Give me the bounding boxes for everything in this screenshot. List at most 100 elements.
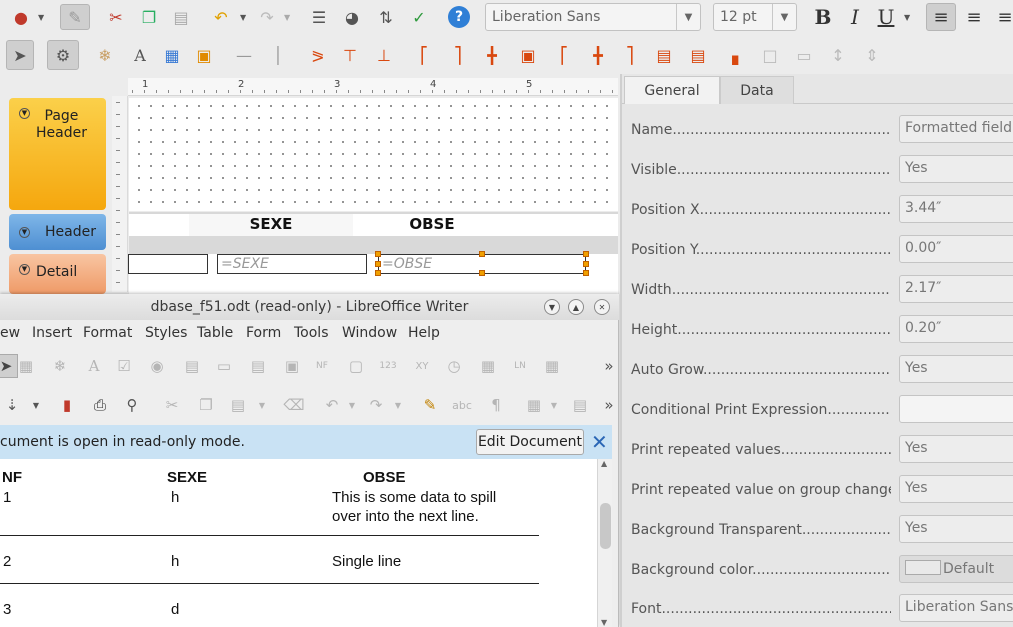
vertical-spacing-icon[interactable]: ↕ xyxy=(826,42,850,68)
align-left-icon[interactable]: ≡ xyxy=(926,3,956,31)
numeric-field-icon[interactable]: 123 xyxy=(376,354,400,378)
chevron-down-icon[interactable]: ▼ xyxy=(386,393,410,417)
align-box-icon[interactable]: ▣ xyxy=(516,42,540,68)
collapse-icon[interactable]: ▼ xyxy=(19,264,30,275)
chevron-down-icon[interactable]: ▼ xyxy=(24,393,48,417)
copy-icon[interactable]: ❐ xyxy=(194,393,218,417)
resize-handle[interactable] xyxy=(583,251,589,257)
more-icon[interactable]: » xyxy=(597,393,621,417)
stretch-icon[interactable]: ⇕ xyxy=(860,42,884,68)
checkbox-icon[interactable]: ☑ xyxy=(112,354,136,378)
align-top-icon[interactable]: ⊤ xyxy=(338,42,362,68)
list-icon[interactable]: ☰ xyxy=(306,4,332,30)
header-field-sexe[interactable]: SEXE xyxy=(189,214,353,236)
header-canvas[interactable]: SEXE OBSE xyxy=(129,212,618,236)
resize-handle[interactable] xyxy=(583,261,589,267)
text-field-icon[interactable]: A xyxy=(128,42,152,68)
resize-handle[interactable] xyxy=(375,270,381,276)
menu-item-styles[interactable]: Styles xyxy=(145,321,187,345)
chevron-down-icon[interactable]: ▼ xyxy=(542,393,566,417)
bold-button[interactable]: B xyxy=(810,3,836,31)
underline-button[interactable]: U xyxy=(873,3,899,31)
cut-icon[interactable]: ✂ xyxy=(160,393,184,417)
chevron-down-icon[interactable]: ▼ xyxy=(601,618,607,627)
property-value-field[interactable]: 0.20″ xyxy=(899,315,1013,343)
export-pdf-icon[interactable]: ▮ xyxy=(55,393,79,417)
clone-formatting-icon[interactable]: ⌫ xyxy=(282,393,306,417)
align-bottom-icon[interactable]: ⊥ xyxy=(372,42,396,68)
italic-button[interactable]: I xyxy=(842,3,868,31)
print-icon[interactable]: ⎙ xyxy=(88,393,112,417)
header-field-obse[interactable]: OBSE xyxy=(353,214,511,236)
chevron-down-icon[interactable]: ▼ xyxy=(772,4,796,30)
spelling-icon[interactable]: abc xyxy=(450,393,474,417)
image-control-icon[interactable]: ▦ xyxy=(476,354,500,378)
chevron-down-icon[interactable]: ▼ xyxy=(240,13,246,22)
combo-icon[interactable]: ▤ xyxy=(246,354,270,378)
resize-handle[interactable] xyxy=(583,270,589,276)
chevron-down-icon[interactable]: ▼ xyxy=(544,299,560,315)
gear-icon[interactable]: ⚙ xyxy=(47,40,79,70)
property-value-field[interactable]: Yes xyxy=(899,355,1013,383)
section-header-button[interactable]: ▼ Header xyxy=(9,214,106,250)
undo-icon[interactable]: ↶ xyxy=(208,4,234,30)
table-control-icon[interactable]: ▦ xyxy=(540,354,564,378)
new-document-icon[interactable]: ● xyxy=(8,4,34,30)
shrink-width-icon[interactable]: ▤ xyxy=(686,42,710,68)
property-value-field[interactable]: 3.44″ xyxy=(899,195,1013,223)
push-button-icon[interactable]: ▣ xyxy=(280,354,304,378)
page-header-canvas[interactable] xyxy=(129,98,618,211)
align-right-icon[interactable]: ≡ xyxy=(992,3,1013,31)
xy-field-icon[interactable]: XY xyxy=(410,354,434,378)
group-box-icon[interactable]: ▢ xyxy=(344,354,368,378)
menu-item-insert[interactable]: Insert xyxy=(32,321,72,345)
gauge-icon[interactable]: ◕ xyxy=(339,4,365,30)
section-detail-button[interactable]: ▼ Detail xyxy=(9,254,106,294)
bar-height-icon[interactable]: ▗ xyxy=(720,42,744,68)
section-right-icon[interactable]: ⎤ xyxy=(618,42,642,68)
help-icon[interactable]: ? xyxy=(446,4,472,30)
resize-handle[interactable] xyxy=(479,270,485,276)
resize-handle[interactable] xyxy=(375,261,381,267)
paste-icon[interactable]: ▤ xyxy=(226,393,250,417)
text-field-icon[interactable]: A xyxy=(82,354,106,378)
formatting-marks-icon[interactable]: ¶ xyxy=(484,393,508,417)
vertical-scrollbar[interactable]: ▲ ▼ xyxy=(597,459,612,627)
chevron-down-icon[interactable]: ▼ xyxy=(38,13,44,22)
select-pointer-icon[interactable]: ➤ xyxy=(6,40,34,70)
align-middle-icon[interactable]: ⪖ xyxy=(306,42,330,68)
menu-item-form[interactable]: Form xyxy=(246,321,281,345)
print-preview-icon[interactable]: ⚲ xyxy=(120,393,144,417)
open-icon[interactable]: ⇣ xyxy=(0,393,24,417)
more-icon[interactable]: » xyxy=(597,354,621,378)
listbox-icon[interactable]: ▤ xyxy=(180,354,204,378)
time-field-icon[interactable]: ◷ xyxy=(442,354,466,378)
collapse-icon[interactable]: ▼ xyxy=(19,226,30,238)
edit-document-button[interactable]: Edit Document xyxy=(476,429,584,455)
property-value-field[interactable]: 2.17″ xyxy=(899,275,1013,303)
formatted-field-icon[interactable]: NF xyxy=(310,354,334,378)
menu-item-table[interactable]: Table xyxy=(197,321,233,345)
redo-icon[interactable]: ↷ xyxy=(254,4,280,30)
shrink-height-icon[interactable]: ▤ xyxy=(652,42,676,68)
section-page-header-button[interactable]: ▼ Page Header xyxy=(9,98,106,210)
chevron-down-icon[interactable]: ▼ xyxy=(250,393,274,417)
menu-item-format[interactable]: Format xyxy=(83,321,132,345)
align-left-edge-icon[interactable]: ⎡ xyxy=(412,42,436,68)
property-value-field[interactable]: Yes xyxy=(899,435,1013,463)
collapse-icon[interactable]: ▼ xyxy=(19,108,30,119)
menu-item-tools[interactable]: Tools xyxy=(294,321,329,345)
detail-canvas[interactable]: =SEXE =OBSE xyxy=(128,251,618,294)
scrollbar-thumb[interactable] xyxy=(600,503,611,549)
resize-handle[interactable] xyxy=(479,251,485,257)
property-value-field[interactable]: Yes xyxy=(899,475,1013,503)
document-area[interactable]: NF SEXE OBSE 1 h This is some data to sp… xyxy=(0,459,597,627)
property-value-field[interactable] xyxy=(899,395,1013,423)
property-value-field[interactable]: Formatted field xyxy=(899,115,1013,143)
chevron-down-icon[interactable]: ▼ xyxy=(676,4,700,30)
chevron-down-icon[interactable]: ▼ xyxy=(340,393,364,417)
image-control-icon[interactable]: ▦ xyxy=(160,42,184,68)
horizontal-line-icon[interactable]: — xyxy=(232,42,256,68)
redo-icon[interactable]: ↷ xyxy=(364,393,388,417)
label-icon[interactable]: ❄ xyxy=(48,354,72,378)
